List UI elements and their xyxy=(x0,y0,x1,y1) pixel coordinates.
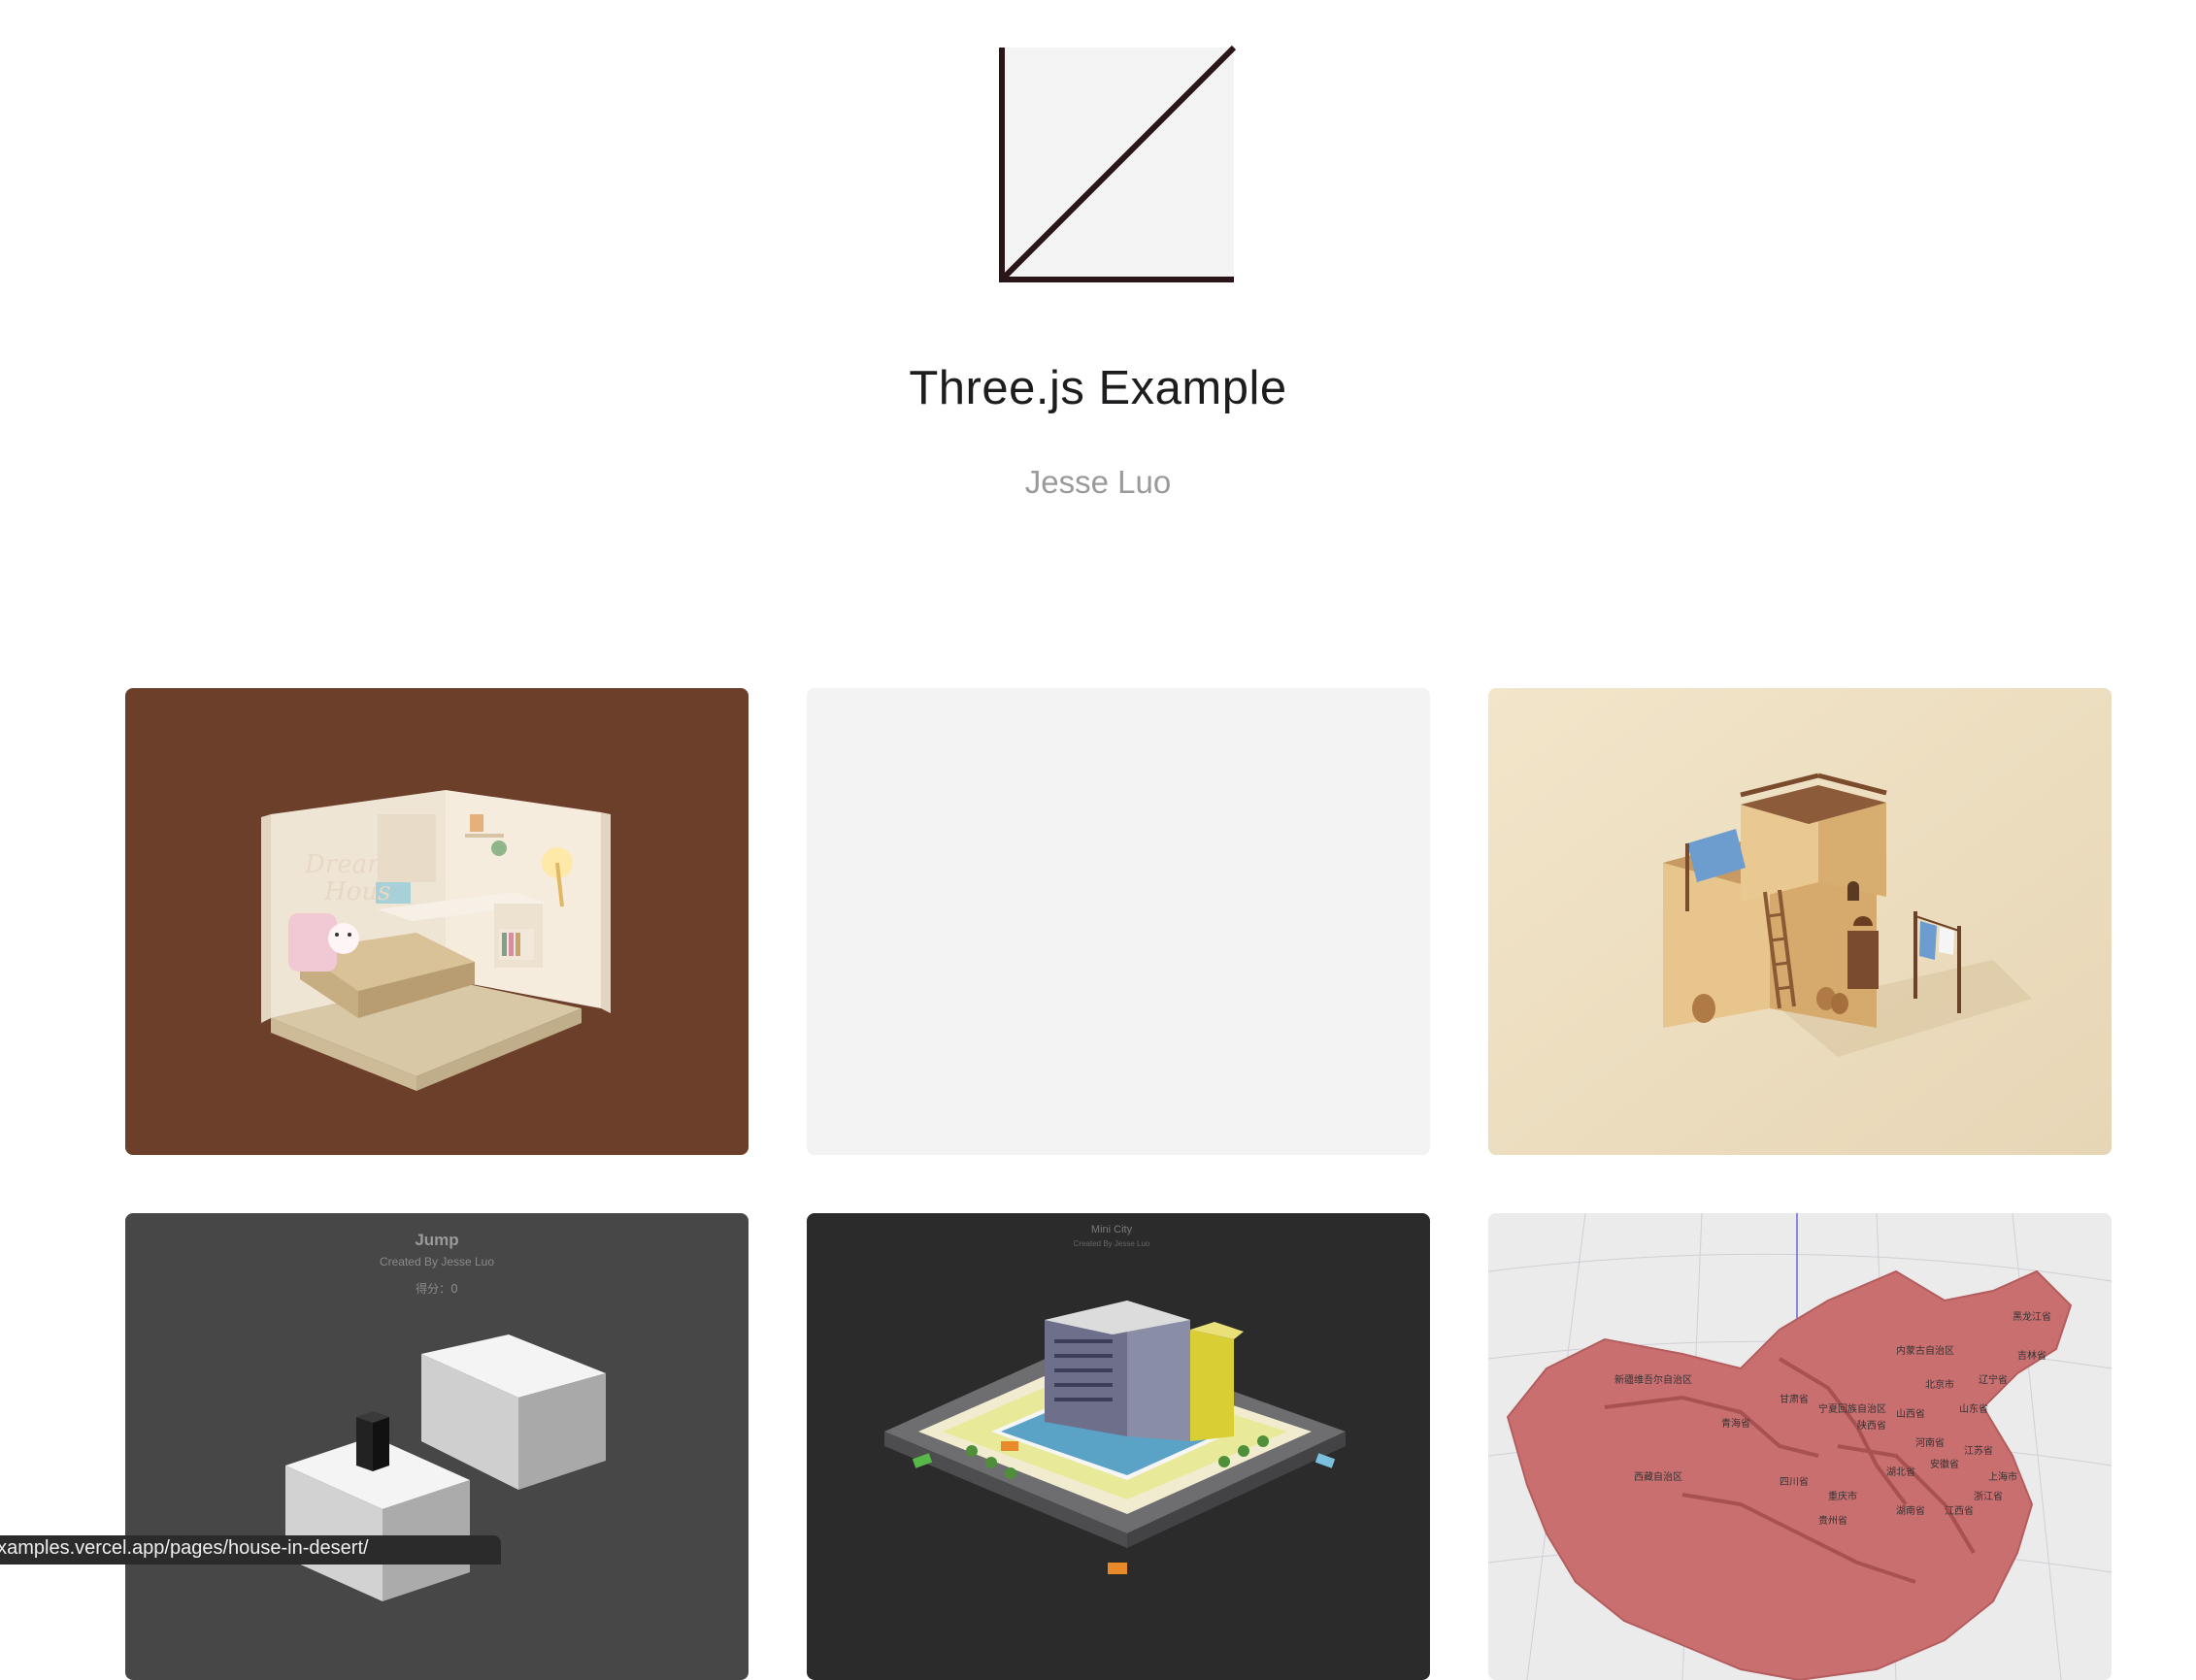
card-house-in-desert[interactable] xyxy=(1488,688,2112,1155)
mini-city-title: Mini City xyxy=(1091,1224,1133,1235)
map-label: 四川省 xyxy=(1780,1475,1809,1488)
jump-subtitle: Created By Jesse Luo xyxy=(380,1255,494,1268)
map-label: 黑龙江省 xyxy=(2013,1310,2051,1323)
map-label: 河南省 xyxy=(1915,1436,1945,1449)
map-label: 江苏省 xyxy=(1964,1444,1993,1457)
map-label: 青海省 xyxy=(1721,1417,1750,1430)
blank-thumbnail xyxy=(807,688,1430,1155)
card-dream-house[interactable]: Dream Hous xyxy=(125,688,749,1155)
jump-title: Jump xyxy=(415,1231,458,1249)
map-label: 辽宁省 xyxy=(1979,1373,2008,1386)
card-blank[interactable] xyxy=(807,688,1430,1155)
jump-thumbnail: Jump Created By Jesse Luo 得分：0 xyxy=(125,1213,749,1680)
card-china-map[interactable]: 黑龙江省 内蒙古自治区 吉林省 新疆维吾尔自治区 辽宁省 宁夏回族自治区 北京市… xyxy=(1488,1213,2112,1680)
mini-city-thumbnail: Mini City Created By Jesse Luo xyxy=(807,1213,1430,1680)
logo xyxy=(999,45,1237,282)
status-bar-url: examples.vercel.app/pages/house-in-deser… xyxy=(0,1535,501,1565)
desert-house-thumbnail xyxy=(1488,688,2112,1155)
map-label: 重庆市 xyxy=(1828,1490,1857,1502)
map-label: 宁夏回族自治区 xyxy=(1818,1402,1886,1415)
map-label: 甘肃省 xyxy=(1780,1393,1809,1405)
map-label: 江西省 xyxy=(1945,1504,1974,1517)
map-label: 山东省 xyxy=(1959,1402,1988,1415)
status-url-text: examples.vercel.app/pages/house-in-deser… xyxy=(0,1537,369,1559)
map-label: 北京市 xyxy=(1925,1378,1954,1391)
map-label: 湖北省 xyxy=(1886,1466,1915,1478)
map-label: 浙江省 xyxy=(1974,1490,2003,1502)
map-label: 贵州省 xyxy=(1818,1514,1847,1527)
mini-city-subtitle: Created By Jesse Luo xyxy=(1074,1239,1150,1248)
map-label: 安徽省 xyxy=(1930,1458,1959,1470)
map-label: 吉林省 xyxy=(2017,1349,2046,1362)
card-mini-city[interactable]: Mini City Created By Jesse Luo xyxy=(807,1213,1430,1680)
jump-score: 得分：0 xyxy=(416,1281,458,1296)
map-label: 山西省 xyxy=(1896,1407,1925,1420)
author-name: Jesse Luo xyxy=(1024,464,1172,500)
map-label: 新疆维吾尔自治区 xyxy=(1614,1373,1692,1386)
page-title: Three.js Example xyxy=(909,362,1287,414)
map-label: 内蒙古自治区 xyxy=(1896,1344,1954,1357)
map-label: 西藏自治区 xyxy=(1634,1470,1682,1483)
dream-house-thumbnail: Dream Hous xyxy=(125,688,749,1155)
card-jump[interactable]: Jump Created By Jesse Luo 得分：0 xyxy=(125,1213,749,1680)
map-label: 湖南省 xyxy=(1896,1504,1925,1517)
china-map-thumbnail: 黑龙江省 内蒙古自治区 吉林省 新疆维吾尔自治区 辽宁省 宁夏回族自治区 北京市… xyxy=(1488,1213,2112,1680)
map-label: 陕西省 xyxy=(1857,1419,1886,1432)
map-label: 上海市 xyxy=(1988,1470,2017,1483)
